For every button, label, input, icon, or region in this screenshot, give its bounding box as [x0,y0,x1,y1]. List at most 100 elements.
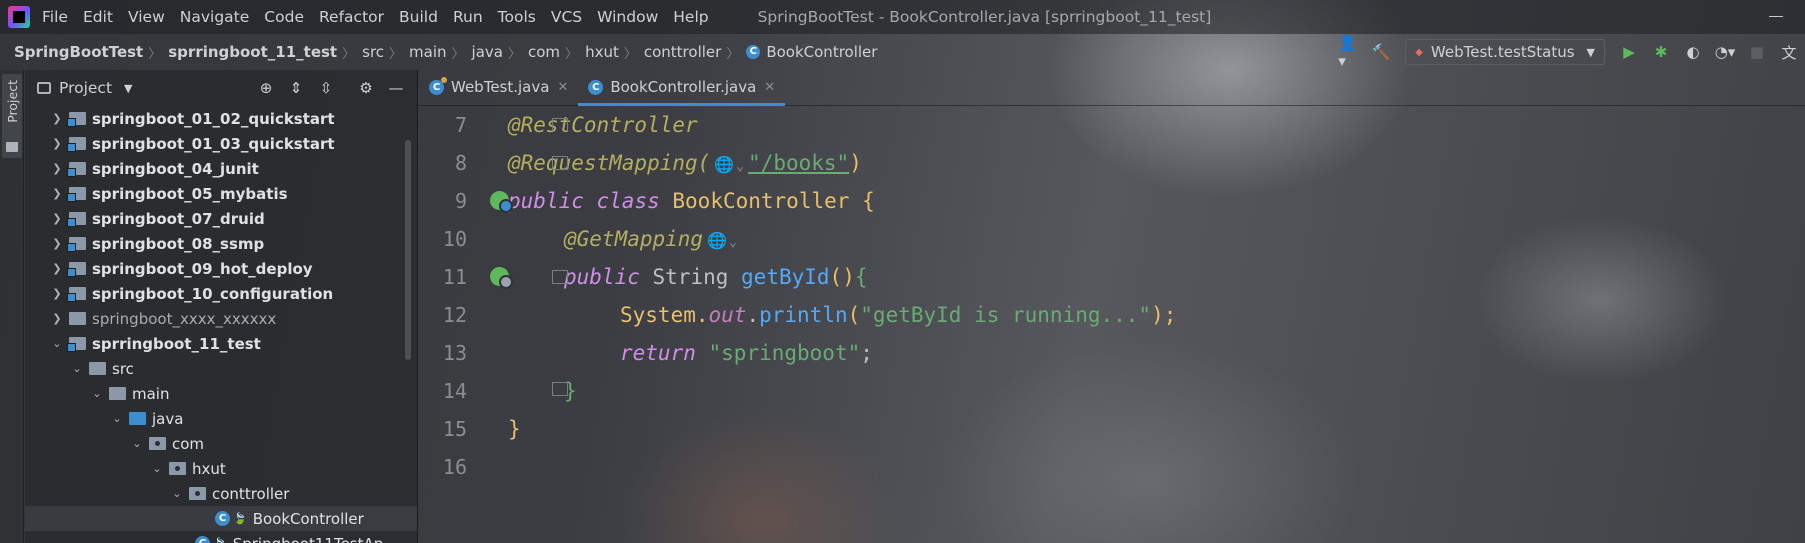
chevron-down-icon[interactable]: ⌄ [169,487,185,500]
chevron-down-icon[interactable]: ⌄ [49,337,65,350]
coverage-icon[interactable]: ◐ [1682,41,1704,63]
code-line: 8 @RequestMapping(🌐 ⌄ "/books") [419,144,1805,182]
chevron-right-icon[interactable]: ❯ [49,162,65,175]
breadcrumb-item[interactable]: BookController [766,43,877,61]
tree-item[interactable]: ❯ springboot_10_configuration [25,281,417,306]
expand-all-icon[interactable]: ⇕ [285,77,307,99]
chevron-right-icon[interactable]: ❯ [49,187,65,200]
menu-help[interactable]: Help [673,8,708,26]
project-panel-title[interactable]: Project [59,79,112,97]
tree-item[interactable]: ❯ springboot_05_mybatis [25,181,417,206]
menu-navigate[interactable]: Navigate [180,8,250,26]
tree-item[interactable]: ⌄ hxut [25,456,417,481]
tree-item[interactable]: ❯ springboot_08_ssmp [25,231,417,256]
menu-edit[interactable]: Edit [83,8,113,26]
breadcrumb-item[interactable]: com [528,43,560,61]
tree-item[interactable]: ⌄ sprringboot_11_test [25,331,417,356]
menu-run[interactable]: Run [453,8,483,26]
code-line: 9 public class BookController { [419,182,1805,220]
line-number: 7 [454,113,467,137]
tree-item[interactable]: ❯ springboot_01_03_quickstart [25,131,417,156]
breadcrumb-separator-icon: 〉 [623,46,637,62]
chevron-down-icon[interactable]: ⌄ [729,235,737,250]
chevron-down-icon[interactable]: ⌄ [69,362,85,375]
fold-icon[interactable] [552,118,568,132]
chevron-down-icon[interactable]: ⌄ [129,437,145,450]
tree-item[interactable]: ⌄ main [25,381,417,406]
fold-icon[interactable] [552,270,568,284]
chevron-right-icon[interactable]: ❯ [49,312,65,325]
menu-view[interactable]: View [128,8,165,26]
gear-icon[interactable]: ⚙ [355,77,377,99]
debug-icon[interactable]: ✱ [1650,41,1672,63]
breadcrumb-item[interactable]: sprringboot_11_test [168,43,337,61]
line-number: 15 [442,417,467,441]
chevron-right-icon[interactable]: ❯ [49,287,65,300]
stop-icon[interactable]: ■ [1746,41,1768,63]
chevron-right-icon[interactable]: ❯ [49,212,65,225]
tree-item[interactable]: C 🍃 Springboot11TestAp [25,531,417,543]
translate-icon[interactable]: 文 [1778,41,1800,63]
breadcrumb-item[interactable]: java [472,43,503,61]
module-folder-icon [67,112,86,127]
locate-icon[interactable]: ⊕ [255,77,277,99]
web-endpoint-gutter-icon[interactable] [490,267,513,289]
breadcrumb-item[interactable]: main [409,43,446,61]
tree-item[interactable]: ⌄ java [25,406,417,431]
chevron-right-icon[interactable]: ❯ [49,237,65,250]
fold-icon[interactable] [552,382,568,396]
line-number: 13 [442,341,467,365]
tree-item[interactable]: ⌄ com [25,431,417,456]
tree-item[interactable]: ⌄ src [25,356,417,381]
collapse-all-icon[interactable]: ⇳ [315,77,337,99]
chevron-down-icon[interactable]: ▼ [124,82,132,95]
chevron-down-icon[interactable]: ⌄ [89,387,105,400]
tree-item-selected[interactable]: C 🍃 BookController [25,506,417,531]
menu-refactor[interactable]: Refactor [319,8,384,26]
class-icon: C [588,79,604,95]
intellij-logo-icon[interactable] [8,6,30,28]
tree-item[interactable]: ⌄ conttroller [25,481,417,506]
tab-webtest[interactable]: C WebTest.java ✕ [419,69,578,105]
menu-window[interactable]: Window [597,8,658,26]
menu-vcs[interactable]: VCS [551,8,582,26]
tree-item[interactable]: ❯ springboot_xxxx_xxxxxx [25,306,417,331]
project-view-icon [37,82,51,94]
chevron-down-icon[interactable]: ⌄ [149,462,165,475]
menu-tools[interactable]: Tools [498,8,536,26]
chevron-down-icon[interactable]: ⌄ [109,412,125,425]
breadcrumb-item[interactable]: SpringBootTest [14,43,143,61]
tree-item[interactable]: ❯ springboot_01_02_quickstart [25,106,417,131]
menu-code[interactable]: Code [264,8,304,26]
web-endpoint-icon[interactable]: 🌐 [714,155,734,174]
close-icon[interactable]: ✕ [764,80,775,95]
code-editor[interactable]: 7 @RestController 8 @RequestMapping(🌐 ⌄ "/… [419,106,1805,543]
build-hammer-icon[interactable]: 🔨 [1370,41,1392,63]
breadcrumb-item[interactable]: src [362,43,384,61]
chevron-right-icon[interactable]: ❯ [49,137,65,150]
run-icon[interactable]: ▶ [1618,41,1640,63]
profile-icon[interactable]: ◔▾ [1714,41,1736,63]
user-icon[interactable]: 👤▾ [1338,34,1360,70]
run-configuration-label: WebTest.testStatus [1430,43,1575,61]
tree-item[interactable]: ❯ springboot_09_hot_deploy [25,256,417,281]
web-endpoint-icon[interactable]: 🌐 [707,231,727,250]
menu-build[interactable]: Build [399,8,438,26]
breadcrumb-item[interactable]: hxut [585,43,619,61]
chevron-down-icon[interactable]: ⌄ [736,159,744,174]
minimize-icon[interactable] [1769,16,1783,17]
chevron-right-icon[interactable]: ❯ [49,262,65,275]
project-tool-tab[interactable]: Project [2,74,22,158]
fold-icon[interactable] [552,156,568,170]
spring-bean-gutter-icon[interactable] [490,191,513,213]
tab-bookcontroller[interactable]: C BookController.java ✕ [578,69,786,106]
menu-file[interactable]: File [42,8,68,26]
tree-item[interactable]: ❯ springboot_04_junit [25,156,417,181]
chevron-right-icon[interactable]: ❯ [49,112,65,125]
close-icon[interactable]: ✕ [557,80,568,95]
project-scrollbar[interactable] [405,140,411,360]
hide-panel-icon[interactable]: — [385,77,407,99]
run-configuration-select[interactable]: ◆ WebTest.testStatus ▼ [1405,39,1605,65]
tree-item[interactable]: ❯ springboot_07_druid [25,206,417,231]
breadcrumb-item[interactable]: conttroller [644,43,721,61]
